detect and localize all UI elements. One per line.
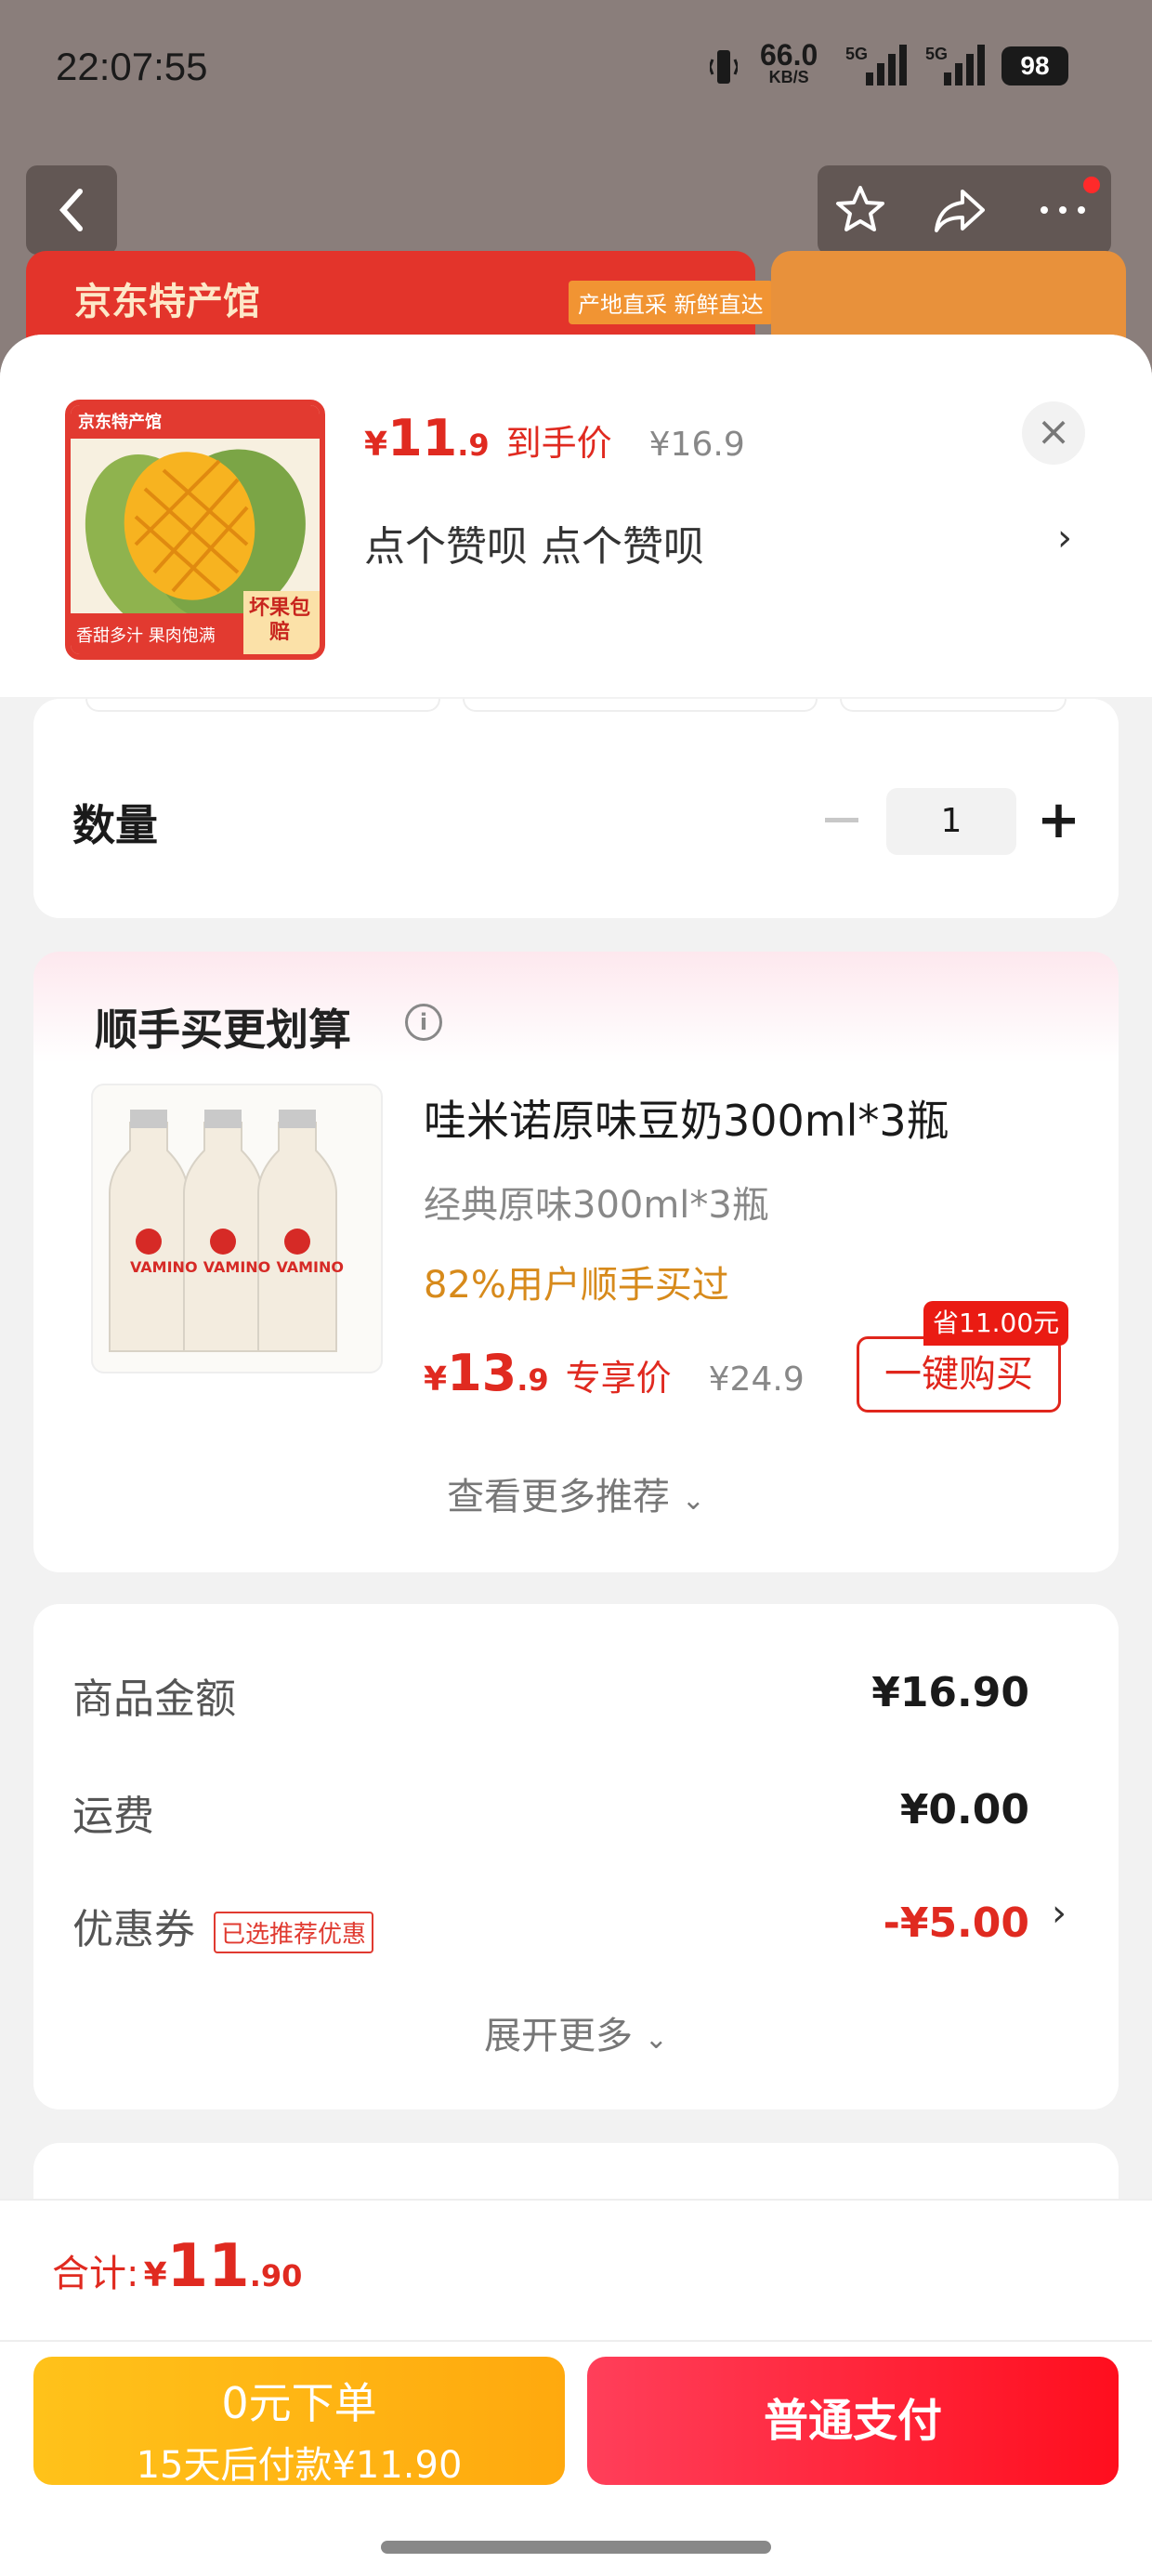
coupon-tag: 已选推荐优惠 [214,1911,374,1953]
chevron-right-icon[interactable]: › [1057,517,1072,559]
battery-icon: 98 [1001,46,1068,85]
info-icon[interactable]: i [405,1004,442,1041]
product-description: 点个赞呗 点个赞呗 [364,523,704,571]
banner-title: 京东特产馆 [74,281,260,323]
option-tab[interactable] [840,699,1067,712]
brand-labels: VAMINO VAMINO VAMINO [130,1258,344,1276]
recommend-product-image[interactable]: VAMINO VAMINO VAMINO [91,1084,383,1373]
banner-tag: 产地直采 新鲜直达 [569,281,773,324]
shipping-value: ¥0.00 [899,1786,1029,1833]
vibrate-icon [710,50,738,84]
price-label: 到手价 [505,423,612,464]
goods-amount-value: ¥16.90 [871,1669,1029,1716]
back-button[interactable] [26,165,117,255]
product-price: ¥11.9 到手价 ¥16.9 [364,409,745,467]
soy-milk-image [109,1110,337,1352]
status-bar: 22:07:55 66.0 KB/S 5G 5G 98 [0,0,1152,139]
coupon-value[interactable]: -¥5.00 [884,1899,1029,1947]
decrement-button[interactable] [825,818,858,822]
thumb-slogan: 香甜多汁 果肉饱满 [76,626,216,646]
product-thumbnail: 京东特产馆 香甜多汁 果肉饱满 坏果包赔 [65,400,325,660]
quantity-label: 数量 [72,800,158,850]
coupon-label: 优惠券 [72,1906,195,1953]
chevron-right-icon[interactable]: › [1052,1892,1067,1935]
chevron-left-icon [59,189,83,231]
pay-now-button[interactable]: 普通支付 [587,2357,1119,2485]
one-click-buy-button[interactable]: 一键购买 [857,1336,1061,1413]
share-icon[interactable] [931,182,988,238]
network-type: 5G [845,45,869,63]
total-price: 合计: ¥11.90 [52,2232,303,2301]
chevron-down-icon: ⌄ [681,1484,705,1517]
more-recommend-link[interactable]: 查看更多推荐 ⌄ [0,1466,1152,1520]
original-price: ¥16.9 [648,426,745,464]
recommend-bought-by: 82%用户顺手买过 [424,1264,729,1307]
star-icon[interactable] [832,182,888,238]
option-tab[interactable] [85,699,440,712]
clock: 22:07:55 [56,45,208,88]
signal-icon-2 [944,43,985,85]
pay-later-button[interactable]: 0元下单 15天后付款¥11.90 [33,2357,565,2487]
recommend-title: 顺手买更划算 [95,1005,351,1055]
recommend-price: ¥13.9 专享价 ¥24.9 [424,1344,805,1402]
increment-button[interactable]: + [1037,795,1080,847]
signal-icon [866,43,907,85]
thumb-badge: 坏果包赔 [248,597,310,644]
coupon-row[interactable]: 优惠券 已选推荐优惠 [72,1896,374,1955]
chevron-down-icon: ⌄ [644,2023,668,2056]
home-indicator [381,2541,771,2554]
expand-more-link[interactable]: 展开更多 ⌄ [0,2005,1152,2059]
network-speed: 66.0 KB/S [760,38,818,86]
option-tab[interactable] [463,699,818,712]
save-tag: 省11.00元 [923,1301,1069,1346]
quantity-input[interactable]: 1 [886,788,1016,855]
close-icon: × [1036,408,1071,455]
notification-dot [1083,177,1100,193]
close-button[interactable]: × [1022,401,1085,465]
thumb-brand: 京东特产馆 [78,413,162,432]
shipping-label: 运费 [72,1793,154,1840]
footer-divider [0,2340,1152,2342]
goods-amount-label: 商品金额 [72,1676,236,1723]
recommend-product-spec: 经典原味300ml*3瓶 [424,1184,769,1227]
top-actions [818,165,1111,255]
recommend-product-title[interactable]: 哇米诺原味豆奶300ml*3瓶 [424,1087,949,1149]
